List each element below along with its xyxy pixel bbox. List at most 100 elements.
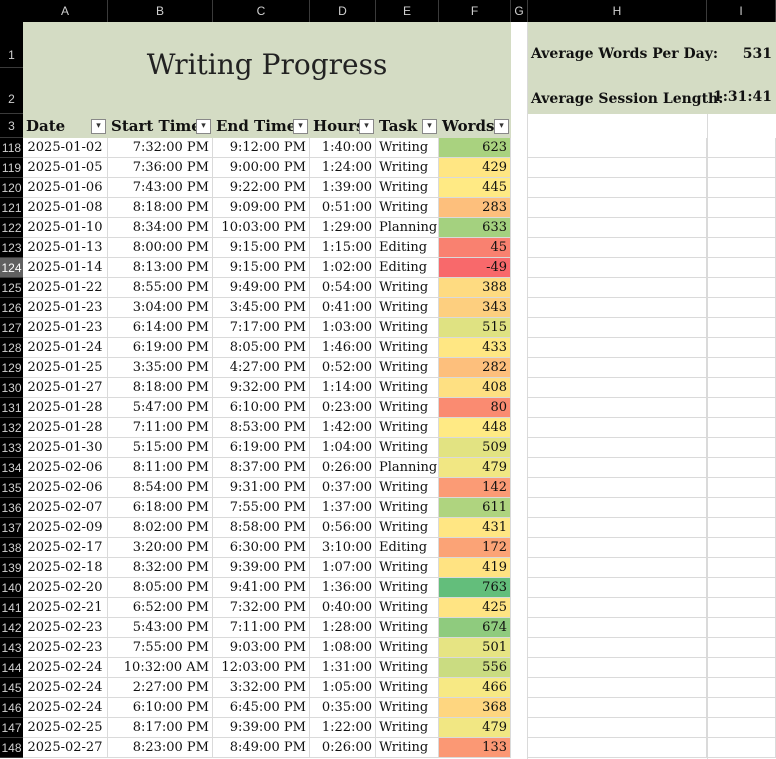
column-header-i[interactable]: I: [707, 0, 776, 22]
empty-cell[interactable]: [528, 638, 707, 658]
cell-hours[interactable]: 1:36:00: [310, 578, 376, 598]
filter-dropdown-icon[interactable]: ▾: [293, 119, 308, 134]
cell-start[interactable]: 7:43:00 PM: [108, 178, 213, 198]
cell-date[interactable]: 2025-01-06: [23, 178, 108, 198]
row-header[interactable]: 130: [0, 378, 23, 398]
column-header-b[interactable]: B: [108, 0, 213, 22]
cell-task[interactable]: Writing: [376, 278, 439, 298]
column-g-spacer[interactable]: [511, 22, 528, 759]
cell-start[interactable]: 8:11:00 PM: [108, 458, 213, 478]
cell-hours[interactable]: 0:26:00: [310, 738, 376, 758]
cell-words[interactable]: 419: [439, 558, 511, 578]
cell-task[interactable]: Editing: [376, 258, 439, 278]
cell-words[interactable]: 368: [439, 698, 511, 718]
cell-hours[interactable]: 1:04:00: [310, 438, 376, 458]
cell-words[interactable]: 611: [439, 498, 511, 518]
empty-cell[interactable]: [707, 458, 776, 478]
cell-date[interactable]: 2025-01-27: [23, 378, 108, 398]
cell-start[interactable]: 8:54:00 PM: [108, 478, 213, 498]
cell-date[interactable]: 2025-02-23: [23, 618, 108, 638]
column-header-d[interactable]: D: [310, 0, 376, 22]
empty-cell[interactable]: [707, 358, 776, 378]
cell-end[interactable]: 3:45:00 PM: [213, 298, 310, 318]
cell-date[interactable]: 2025-02-21: [23, 598, 108, 618]
cell-start[interactable]: 5:43:00 PM: [108, 618, 213, 638]
empty-cell[interactable]: [707, 638, 776, 658]
empty-cell[interactable]: [528, 718, 707, 738]
empty-cell[interactable]: [528, 338, 707, 358]
row-header[interactable]: 147: [0, 718, 23, 738]
cell-words[interactable]: 388: [439, 278, 511, 298]
row-header[interactable]: 124: [0, 258, 23, 278]
row-header[interactable]: 128: [0, 338, 23, 358]
cell-hours[interactable]: 0:52:00: [310, 358, 376, 378]
cell-words[interactable]: 633: [439, 218, 511, 238]
cell-start[interactable]: 7:32:00 PM: [108, 138, 213, 158]
cell-task[interactable]: Writing: [376, 438, 439, 458]
cell-task[interactable]: Writing: [376, 658, 439, 678]
cell-end[interactable]: 6:10:00 PM: [213, 398, 310, 418]
empty-cell[interactable]: [707, 318, 776, 338]
column-header-h[interactable]: H: [528, 0, 707, 22]
cell-hours[interactable]: 1:22:00: [310, 718, 376, 738]
cell-task[interactable]: Editing: [376, 538, 439, 558]
empty-cell[interactable]: [528, 218, 707, 238]
empty-cell[interactable]: [528, 618, 707, 638]
cell-end[interactable]: 8:49:00 PM: [213, 738, 310, 758]
column-header-c[interactable]: C: [213, 0, 310, 22]
cell-task[interactable]: Writing: [376, 398, 439, 418]
row-header[interactable]: 141: [0, 598, 23, 618]
cell-start[interactable]: 8:23:00 PM: [108, 738, 213, 758]
empty-cell[interactable]: [707, 238, 776, 258]
cell-words[interactable]: 429: [439, 158, 511, 178]
cell-end[interactable]: 6:45:00 PM: [213, 698, 310, 718]
cell-end[interactable]: 7:32:00 PM: [213, 598, 310, 618]
cell-hours[interactable]: 1:05:00: [310, 678, 376, 698]
cell-words[interactable]: -49: [439, 258, 511, 278]
cell-start[interactable]: 2:27:00 PM: [108, 678, 213, 698]
empty-cell[interactable]: [528, 138, 707, 158]
empty-cell[interactable]: [528, 198, 707, 218]
cell-words[interactable]: 501: [439, 638, 511, 658]
cell-hours[interactable]: 1:03:00: [310, 318, 376, 338]
empty-cell[interactable]: [707, 698, 776, 718]
row-header[interactable]: 131: [0, 398, 23, 418]
row-header-2[interactable]: 2: [0, 68, 23, 114]
cell-task[interactable]: Writing: [376, 338, 439, 358]
cell-start[interactable]: 3:04:00 PM: [108, 298, 213, 318]
cell-task[interactable]: Writing: [376, 578, 439, 598]
cell-start[interactable]: 3:35:00 PM: [108, 358, 213, 378]
cell-end[interactable]: 10:03:00 PM: [213, 218, 310, 238]
cell-words[interactable]: 431: [439, 518, 511, 538]
empty-cell[interactable]: [707, 498, 776, 518]
cell-date[interactable]: 2025-01-24: [23, 338, 108, 358]
avg-session-value[interactable]: 1:31:41: [710, 89, 772, 105]
cell-hours[interactable]: 3:10:00: [310, 538, 376, 558]
empty-cell[interactable]: [528, 358, 707, 378]
empty-cell[interactable]: [707, 278, 776, 298]
row-header[interactable]: 119: [0, 158, 23, 178]
cell-start[interactable]: 6:10:00 PM: [108, 698, 213, 718]
column-header-e[interactable]: E: [376, 0, 439, 22]
empty-cell[interactable]: [528, 598, 707, 618]
cell-hours[interactable]: 0:51:00: [310, 198, 376, 218]
empty-cell[interactable]: [707, 658, 776, 678]
cell-task[interactable]: Writing: [376, 158, 439, 178]
cell-end[interactable]: 9:15:00 PM: [213, 258, 310, 278]
cell-words[interactable]: 425: [439, 598, 511, 618]
cell-start[interactable]: 6:52:00 PM: [108, 598, 213, 618]
row-header-1[interactable]: 1: [0, 22, 23, 68]
cell-hours[interactable]: 0:37:00: [310, 478, 376, 498]
cell-words[interactable]: 445: [439, 178, 511, 198]
cell-words[interactable]: 448: [439, 418, 511, 438]
cell-hours[interactable]: 1:37:00: [310, 498, 376, 518]
row-header[interactable]: 126: [0, 298, 23, 318]
cell-hours[interactable]: 1:28:00: [310, 618, 376, 638]
row-header-3[interactable]: 3: [0, 114, 23, 138]
empty-cell[interactable]: [707, 418, 776, 438]
cell-end[interactable]: 4:27:00 PM: [213, 358, 310, 378]
cell-hours[interactable]: 1:29:00: [310, 218, 376, 238]
cell-hours[interactable]: 0:23:00: [310, 398, 376, 418]
empty-cell[interactable]: [707, 538, 776, 558]
cell-words[interactable]: 479: [439, 718, 511, 738]
